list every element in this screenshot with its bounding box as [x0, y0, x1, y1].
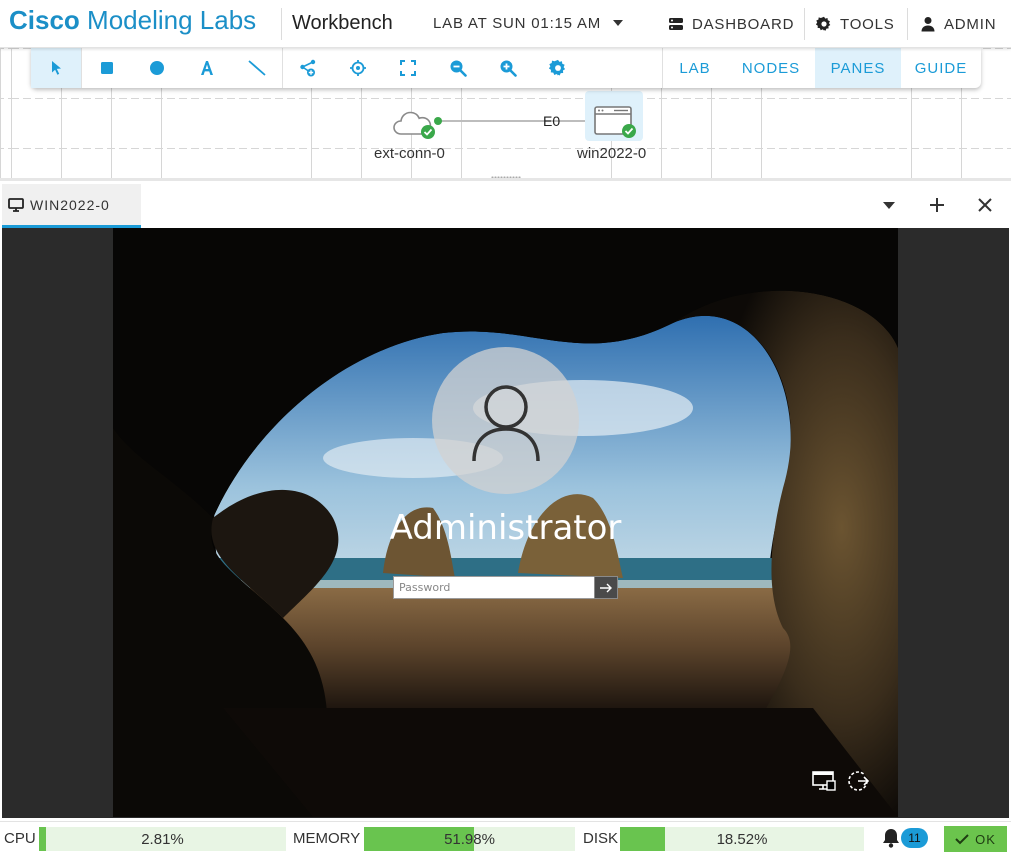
select-tool[interactable]	[31, 48, 81, 88]
disk-meter: 18.52%	[620, 827, 864, 851]
node-win2022-0[interactable]	[585, 91, 643, 141]
app-header: Cisco Modeling Labs Workbench LAB AT SUN…	[0, 0, 1011, 48]
lab-menu-caret-icon[interactable]	[613, 20, 623, 26]
arrow-right-icon	[600, 583, 612, 592]
rectangle-tool[interactable]	[82, 48, 132, 88]
plus-icon	[930, 198, 944, 212]
ease-of-access-icon[interactable]	[846, 769, 874, 793]
booted-check-icon	[622, 124, 636, 138]
header-divider	[907, 8, 908, 40]
notification-count-badge: 11	[901, 828, 928, 848]
center-view-tool[interactable]	[333, 48, 383, 88]
caret-down-icon	[883, 202, 895, 209]
gear-icon	[549, 59, 566, 77]
brand-logo[interactable]: Cisco Modeling Labs	[9, 5, 256, 36]
zoom-in-tool[interactable]	[483, 48, 533, 88]
memory-label: MEMORY	[293, 830, 361, 847]
system-status-ok-button[interactable]: OK	[944, 826, 1007, 852]
cpu-label: CPU	[4, 830, 36, 847]
password-input[interactable]: Password	[393, 576, 595, 599]
header-divider	[804, 8, 805, 40]
disk-label: DISK	[583, 830, 619, 847]
tab-panes[interactable]: PANES	[815, 48, 901, 88]
notifications-button[interactable]	[880, 827, 902, 849]
pane-menu-button[interactable]	[877, 193, 901, 217]
zoom-out-icon	[450, 60, 467, 77]
close-icon	[978, 198, 992, 212]
lab-title[interactable]: LAB AT SUN 01:15 AM	[433, 15, 601, 32]
user-icon	[921, 17, 935, 32]
add-pane-button[interactable]	[925, 193, 949, 217]
add-node-icon	[300, 59, 316, 77]
circle-icon	[150, 61, 164, 75]
bell-icon	[883, 829, 899, 848]
topology-link[interactable]	[438, 120, 590, 122]
console-pane: WIN2022-0 Administrator Password	[0, 178, 1011, 821]
gear-icon	[816, 16, 831, 32]
node-label: ext-conn-0	[374, 145, 445, 162]
tools-menu[interactable]: TOOLS	[816, 8, 895, 40]
node-label: win2022-0	[577, 145, 647, 162]
workbench-title: Workbench	[292, 12, 393, 34]
crosshair-icon	[350, 60, 366, 76]
server-window-icon	[594, 106, 636, 138]
square-icon	[101, 62, 113, 74]
line-icon	[248, 60, 266, 76]
tab-nodes[interactable]: NODES	[727, 48, 815, 88]
node-ext-conn-0[interactable]	[392, 106, 438, 142]
pane-tabbar: WIN2022-0	[0, 181, 1011, 228]
line-tool[interactable]	[232, 48, 282, 88]
pointer-icon	[52, 61, 61, 75]
dashboard-link[interactable]: DASHBOARD	[668, 8, 794, 40]
vnc-console[interactable]: Administrator Password	[2, 228, 1009, 818]
tab-lab[interactable]: LAB	[663, 48, 727, 88]
topology-canvas[interactable]: LAB NODES PANES GUIDE E0 ext-conn-0 win2…	[0, 48, 1011, 178]
fit-view-tool[interactable]	[383, 48, 433, 88]
user-avatar	[432, 347, 579, 494]
disk-value: 18.52%	[716, 831, 768, 848]
canvas-settings-tool[interactable]	[533, 48, 583, 88]
add-node-tool[interactable]	[283, 48, 333, 88]
monitor-icon	[8, 197, 24, 212]
admin-menu[interactable]: ADMIN	[920, 8, 996, 40]
tab-guide[interactable]: GUIDE	[901, 48, 981, 88]
close-pane-button[interactable]	[973, 193, 997, 217]
windows-login-screen[interactable]: Administrator Password	[113, 228, 898, 817]
server-stack-icon	[669, 18, 683, 30]
cpu-meter: 2.81%	[39, 827, 286, 851]
text-tool[interactable]	[182, 48, 232, 88]
canvas-toolbar: LAB NODES PANES GUIDE	[31, 48, 981, 88]
booted-check-icon	[421, 125, 435, 139]
cloud-icon	[393, 111, 435, 139]
check-icon	[955, 834, 969, 845]
status-bar: CPU 2.81% MEMORY 51.98% DISK 18.52% 11 O…	[0, 821, 1011, 852]
memory-meter: 51.98%	[364, 827, 575, 851]
password-submit-button[interactable]	[594, 576, 618, 599]
ellipse-tool[interactable]	[132, 48, 182, 88]
zoom-out-tool[interactable]	[433, 48, 483, 88]
side-panel-tabs: LAB NODES PANES GUIDE	[662, 48, 981, 88]
expand-icon	[400, 60, 416, 76]
memory-value: 51.98%	[444, 831, 495, 848]
zoom-in-icon	[500, 60, 517, 77]
cpu-value: 2.81%	[141, 831, 184, 848]
login-user-name: Administrator	[389, 508, 622, 548]
text-icon	[201, 61, 213, 75]
user-silhouette-icon	[471, 384, 540, 461]
header-divider	[281, 8, 282, 40]
link-interface-label: E0	[543, 113, 561, 129]
pane-tab-win2022-0[interactable]: WIN2022-0	[2, 184, 141, 228]
network-icon[interactable]	[810, 769, 838, 793]
